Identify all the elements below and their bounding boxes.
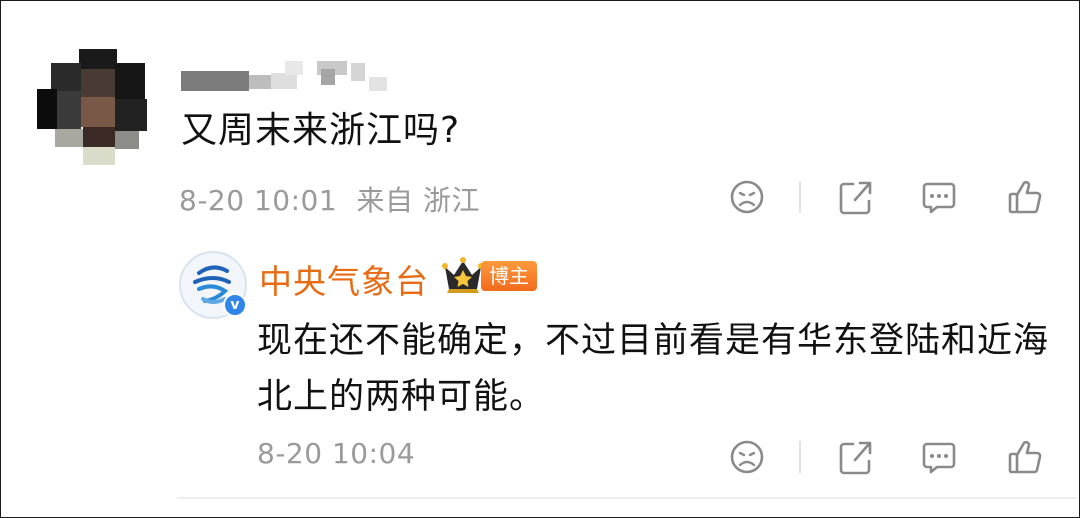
verified-v-icon: v — [223, 293, 247, 317]
thumbs-up-icon[interactable] — [1005, 435, 1045, 479]
share-icon[interactable] — [835, 175, 875, 219]
reply-time: 8-20 10:04 — [257, 437, 416, 470]
sad-face-icon[interactable] — [727, 435, 767, 479]
author-name[interactable]: 中央气象台 — [259, 255, 429, 303]
comment-icon[interactable] — [919, 435, 959, 479]
user-avatar-blurred[interactable] — [37, 49, 153, 165]
reply-text: 现在还不能确定，不过目前看是有华东登陆和近海北上的两种可能。 — [257, 321, 1050, 417]
comment-meta: 8-20 10:01 来自 浙江 — [179, 179, 480, 219]
thumbs-up-icon[interactable] — [1005, 175, 1045, 219]
share-icon[interactable] — [835, 435, 875, 479]
bottom-divider — [177, 497, 1077, 499]
username-blurred[interactable] — [181, 59, 391, 95]
blogger-tag: 博主 — [481, 261, 537, 291]
sad-face-icon[interactable] — [727, 175, 767, 219]
comment-icon[interactable] — [919, 175, 959, 219]
comment-actions — [727, 175, 1057, 219]
action-divider — [799, 181, 801, 213]
comment-time: 8-20 10:01 — [179, 184, 338, 217]
comment-location: 来自 浙江 — [356, 184, 480, 217]
comment-card: 又周末来浙江吗? 8-20 10:01 来自 浙江 v 中央气象台 博主 现在还… — [0, 0, 1080, 518]
crown-badge-icon — [441, 255, 485, 295]
action-divider — [799, 441, 801, 473]
reply-actions — [727, 435, 1057, 479]
comment-text: 又周末来浙江吗? — [181, 110, 461, 151]
